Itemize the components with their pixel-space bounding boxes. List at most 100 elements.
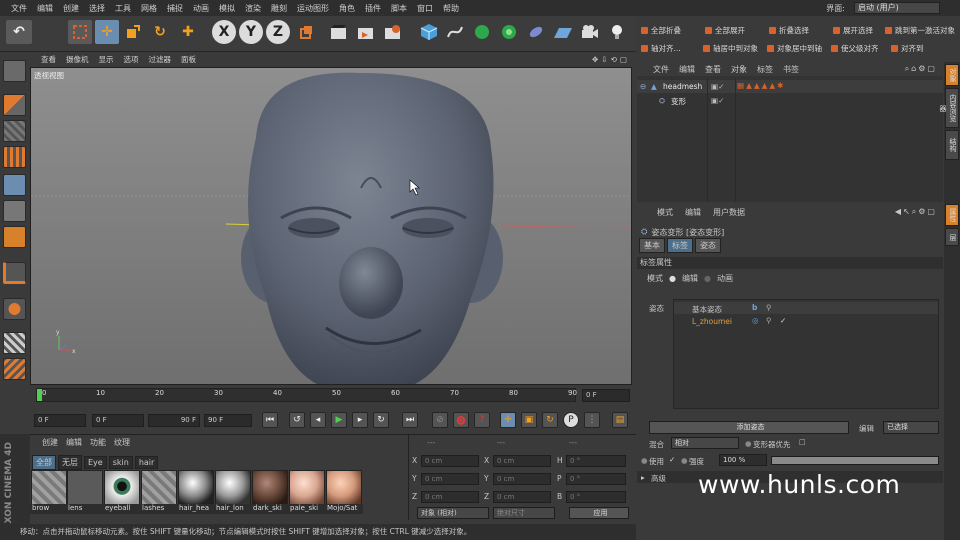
- menu-script[interactable]: 脚本: [386, 3, 412, 14]
- workplane-icon[interactable]: [3, 146, 26, 168]
- lock-icon[interactable]: ⚲: [766, 316, 772, 325]
- coord-sz-field[interactable]: 0 cm: [493, 491, 551, 503]
- mat-menu-texture[interactable]: 纹理: [114, 437, 130, 448]
- material-swatch[interactable]: [67, 470, 103, 506]
- coord-p-field[interactable]: 0 °: [566, 473, 626, 485]
- menu-sculpt[interactable]: 雕刻: [266, 3, 292, 14]
- lock-icon[interactable]: ⚲: [766, 303, 772, 312]
- align-to-button[interactable]: 对齐到: [889, 42, 959, 55]
- scale-tool-icon[interactable]: [121, 20, 145, 44]
- select-tool-icon[interactable]: [68, 20, 92, 44]
- deformer-priority-radio[interactable]: ●: [745, 439, 752, 448]
- tab-layers[interactable]: 层: [945, 228, 959, 246]
- end-frame-field[interactable]: 90 F: [204, 414, 252, 427]
- menu-tools[interactable]: 工具: [110, 3, 136, 14]
- material-swatch[interactable]: [141, 470, 177, 506]
- menu-window[interactable]: 窗口: [412, 3, 438, 14]
- menu-edit[interactable]: 编辑: [32, 3, 58, 14]
- array-icon[interactable]: [497, 20, 521, 44]
- menu-mesh[interactable]: 网格: [136, 3, 162, 14]
- mode-edit-radio[interactable]: ●: [669, 274, 676, 283]
- rotate-tool-icon[interactable]: ↻: [148, 20, 172, 44]
- strength-field[interactable]: 100 %: [719, 454, 767, 466]
- coord-pz-field[interactable]: 0 cm: [421, 491, 479, 503]
- make-editable-icon[interactable]: [3, 60, 26, 82]
- object-tags[interactable]: ▦▲▲▲▲✱: [737, 81, 785, 90]
- spline-pen-icon[interactable]: [443, 20, 467, 44]
- deformer-icon[interactable]: [524, 20, 548, 44]
- pose-row[interactable]: L_zhoumei ◎ ⚲ ✓: [674, 315, 938, 327]
- perspective-viewport[interactable]: 透视视图 y x: [30, 67, 632, 385]
- coord-b-field[interactable]: 0 °: [566, 491, 626, 503]
- start-frame-field[interactable]: 0 F: [34, 414, 86, 427]
- tree-expand-icon[interactable]: ⊖: [640, 82, 646, 91]
- coord-apply-button[interactable]: 应用: [569, 507, 629, 519]
- timeline-ruler[interactable]: 0 10 20 30 40 50 60 70 80 90 0 F: [30, 386, 636, 408]
- object-center-button[interactable]: 对象居中到轴: [765, 42, 822, 55]
- menu-mograph[interactable]: 运动图形: [292, 3, 334, 14]
- menu-snap[interactable]: 捕捉: [162, 3, 188, 14]
- x-axis-icon[interactable]: X: [212, 20, 236, 44]
- next-key-icon[interactable]: ↻: [373, 412, 389, 428]
- blend-select[interactable]: 相对: [671, 437, 739, 449]
- floor-icon[interactable]: [551, 20, 575, 44]
- texture-mode-icon[interactable]: [3, 120, 26, 142]
- vp-menu-filter[interactable]: 过滤器: [144, 54, 177, 65]
- coord-mode-select[interactable]: 对象 (相对): [417, 507, 489, 519]
- object-name[interactable]: headmesh: [663, 82, 702, 91]
- tab-structure[interactable]: 结构: [945, 130, 959, 160]
- vp-menu-options[interactable]: 选项: [119, 54, 144, 65]
- axis-center-button[interactable]: 轴居中到对象: [701, 42, 758, 55]
- play-icon[interactable]: ▶: [331, 412, 347, 428]
- menu-simulate[interactable]: 模拟: [214, 3, 240, 14]
- axis-align-button[interactable]: 轴对齐...: [639, 42, 681, 55]
- coord-px-field[interactable]: 0 cm: [421, 455, 479, 467]
- object-name[interactable]: 变形: [671, 96, 686, 107]
- advanced-expand-icon[interactable]: ▸: [641, 473, 645, 482]
- material-swatch[interactable]: [252, 470, 288, 506]
- viewport-nav-icons[interactable]: ✥⇩⟲▢: [587, 55, 636, 64]
- obj-menu-object[interactable]: 对象: [731, 64, 747, 75]
- deformer-priority-check[interactable]: ☐: [799, 438, 806, 447]
- mat-menu-create[interactable]: 创建: [42, 437, 58, 448]
- key-scale-icon[interactable]: ▣: [521, 412, 537, 428]
- obj-menu-edit[interactable]: 编辑: [679, 64, 695, 75]
- render-view-icon[interactable]: [327, 20, 351, 44]
- autokey-icon[interactable]: ?: [474, 412, 490, 428]
- attr-menu-mode[interactable]: 模式: [657, 207, 673, 218]
- current-frame-field[interactable]: 0 F: [582, 389, 630, 402]
- material-swatch[interactable]: [104, 470, 140, 506]
- filter-hair[interactable]: hair: [134, 455, 159, 469]
- lock-workplane-icon[interactable]: [3, 358, 26, 380]
- menu-character[interactable]: 角色: [334, 3, 360, 14]
- vp-menu-camera[interactable]: 摄像机: [61, 54, 94, 65]
- pose-enabled-check[interactable]: ✓: [780, 316, 786, 325]
- move-tool-icon[interactable]: ✛: [95, 20, 119, 44]
- cube-icon[interactable]: [417, 20, 441, 44]
- menu-select[interactable]: 选择: [84, 3, 110, 14]
- tab-basic[interactable]: 基本: [639, 238, 665, 253]
- key-position-icon[interactable]: ✛: [500, 412, 516, 428]
- obj-menu-file[interactable]: 文件: [653, 64, 669, 75]
- menu-file[interactable]: 文件: [6, 3, 32, 14]
- material-swatch[interactable]: [215, 470, 251, 506]
- model-mode-icon[interactable]: [3, 94, 26, 116]
- undo-icon[interactable]: ↶: [6, 20, 32, 44]
- key-rotation-icon[interactable]: ↻: [542, 412, 558, 428]
- tab-attributes[interactable]: 属性: [945, 204, 959, 226]
- obj-menu-tag[interactable]: 标签: [757, 64, 773, 75]
- material-swatch[interactable]: [326, 470, 362, 506]
- edit-select[interactable]: 已选择: [883, 421, 939, 434]
- prev-frame-icon[interactable]: ◂: [310, 412, 326, 428]
- attr-menu-userdata[interactable]: 用户数据: [713, 207, 745, 218]
- points-mode-icon[interactable]: [3, 174, 26, 196]
- material-swatch[interactable]: [289, 470, 325, 506]
- parent-align-button[interactable]: 使父级对齐: [829, 42, 879, 55]
- visibility-icon[interactable]: ▣✓: [711, 96, 724, 105]
- workplane-snap-icon[interactable]: [3, 332, 26, 354]
- menu-plugins[interactable]: 插件: [360, 3, 386, 14]
- coord-sy-field[interactable]: 0 cm: [493, 473, 551, 485]
- jump-first-active-button[interactable]: 跳到第一激活对象: [883, 24, 955, 37]
- mode-anim-radio[interactable]: ●: [704, 274, 711, 283]
- collapse-selected-button[interactable]: 折叠选择: [767, 24, 809, 37]
